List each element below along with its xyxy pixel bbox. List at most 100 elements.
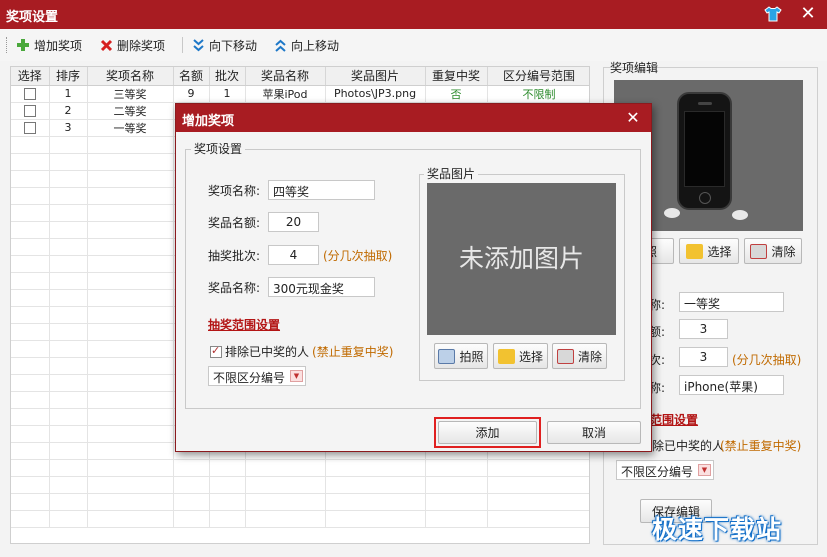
cross-icon xyxy=(100,39,113,51)
dialog-range-select[interactable]: 不限区分编号 ▼ xyxy=(208,366,306,386)
table-cell: 三等奖 xyxy=(87,85,174,103)
plus-icon xyxy=(17,39,29,51)
table-cell: 苹果iPod xyxy=(245,85,326,103)
delete-prize-button[interactable]: 删除奖项 xyxy=(100,36,165,54)
move-up-button[interactable]: 向上移动 xyxy=(274,36,339,54)
edit-exclude-label[interactable]: 除已中奖的人 xyxy=(652,437,724,454)
dialog-name-label: 奖项名称: xyxy=(208,184,261,198)
table-cell: 1 xyxy=(209,85,246,103)
column-header[interactable]: 奖品名称 xyxy=(245,67,326,86)
table-row[interactable]: 1 三等奖 9 1 苹果iPod Photos\JP3.png 否 不限制 xyxy=(11,85,589,103)
dialog-title: 增加奖项 xyxy=(182,114,235,129)
trash-icon xyxy=(556,348,574,364)
dialog-cancel-label: 取消 xyxy=(581,426,606,440)
move-down-button[interactable]: 向下移动 xyxy=(192,36,257,54)
folder-add-icon xyxy=(497,348,515,364)
dialog-cancel-button[interactable]: 取消 xyxy=(547,421,641,444)
dialog-titlebar: 增加奖项 ✕ xyxy=(176,104,651,132)
edit-range-title[interactable]: 范围设置 xyxy=(650,411,698,428)
edit-range-select-value: 不限区分编号 xyxy=(621,465,694,479)
table-cell: 1 xyxy=(49,85,88,103)
add-prize-dialog: 增加奖项 ✕ 奖项设置 奖项名称: 四等奖 奖品名额: 20 抽奖批次: 4 (… xyxy=(175,103,652,452)
dialog-prize-label: 奖品名称: xyxy=(208,281,261,295)
dialog-name-field[interactable]: 四等奖 xyxy=(268,180,375,200)
dialog-add-button[interactable]: 添加 xyxy=(438,421,537,444)
double-chevron-up-icon xyxy=(275,39,286,52)
choose-label: 选择 xyxy=(707,244,732,259)
prize-settings-group-title: 奖项设置 xyxy=(191,140,246,157)
delete-prize-label: 删除奖项 xyxy=(117,38,166,53)
dialog-clear-button[interactable]: 清除 xyxy=(552,343,607,369)
dialog-range-title[interactable]: 抽奖范围设置 xyxy=(208,316,280,333)
dialog-quota-label: 奖品名额: xyxy=(208,216,261,230)
dialog-batch-field[interactable]: 4 xyxy=(268,245,319,265)
chevron-down-icon[interactable]: ▼ xyxy=(290,370,303,382)
window-titlebar: 奖项设置 ✕ xyxy=(0,0,827,29)
edit-exclude-hint: (禁止重复中奖) xyxy=(720,439,802,453)
watermark-logo: 极速下载站 xyxy=(652,515,783,544)
dialog-range-select-value: 不限区分编号 xyxy=(213,371,286,385)
column-header[interactable]: 重复中奖 xyxy=(425,67,488,86)
row-checkbox-cell[interactable] xyxy=(11,102,50,120)
tshirt-icon[interactable] xyxy=(764,5,782,23)
table-cell: 二等奖 xyxy=(87,102,174,120)
checkbox-checked-icon[interactable] xyxy=(210,344,222,358)
move-up-label: 向上移动 xyxy=(291,38,340,53)
row-checkbox-cell[interactable] xyxy=(11,85,50,103)
edit-clear-button[interactable]: 清除 xyxy=(744,238,802,264)
close-icon[interactable]: ✕ xyxy=(797,3,819,25)
dialog-exclude-label: 排除已中奖的人 xyxy=(225,345,310,359)
window-title: 奖项设置 xyxy=(6,10,59,25)
earbud-image xyxy=(732,210,748,220)
edit-batch-hint: (分几次抽取) xyxy=(732,353,802,367)
row-checkbox-cell[interactable] xyxy=(11,119,50,137)
toolbar-grip xyxy=(6,37,9,53)
edit-quota-field[interactable]: 3 xyxy=(679,319,728,339)
column-header[interactable]: 选择 xyxy=(11,67,50,86)
edit-choose-button[interactable]: 选择 xyxy=(679,238,739,264)
prize-image-group-title: 奖品图片 xyxy=(424,165,479,182)
add-prize-button[interactable]: 增加奖项 xyxy=(16,36,82,54)
row-checkbox[interactable] xyxy=(23,105,36,117)
camera-icon xyxy=(438,348,456,364)
row-checkbox[interactable] xyxy=(23,122,36,134)
table-header: 选择 排序 奖项名称 名额 批次 奖品名称 奖品图片 重复中奖 区分编号范围 xyxy=(11,67,589,86)
row-checkbox[interactable] xyxy=(23,88,36,100)
dialog-exclude-checkbox[interactable]: 排除已中奖的人 (禁止重复中奖) xyxy=(210,343,393,360)
column-header[interactable]: 批次 xyxy=(209,67,246,86)
dialog-batch-label: 抽奖批次: xyxy=(208,249,261,263)
toolbar-separator xyxy=(182,37,183,53)
dialog-take-photo-button[interactable]: 拍照 xyxy=(434,343,488,369)
dialog-choose-button[interactable]: 选择 xyxy=(493,343,548,369)
table-cell: Photos\JP3.png xyxy=(325,85,426,103)
column-header[interactable]: 区分编号范围 xyxy=(487,67,589,86)
dialog-exclude-hint: (禁止重复中奖) xyxy=(312,345,394,359)
edit-range-select[interactable]: 不限区分编号 ▼ xyxy=(616,460,714,480)
column-header[interactable]: 奖品图片 xyxy=(325,67,426,86)
dialog-take-photo-label: 拍照 xyxy=(459,349,484,364)
edit-batch-field[interactable]: 3 xyxy=(679,347,728,367)
edit-name-field[interactable]: 一等奖 xyxy=(679,292,784,312)
table-cell: 否 xyxy=(425,85,488,103)
dialog-clear-label: 清除 xyxy=(577,349,602,364)
add-prize-label: 增加奖项 xyxy=(34,38,83,53)
column-header[interactable]: 奖项名称 xyxy=(87,67,174,86)
earbud-image xyxy=(664,208,680,218)
iphone-image xyxy=(677,92,732,210)
toolbar: 增加奖项 删除奖项 向下移动 向上移动 xyxy=(0,29,827,61)
close-icon[interactable]: ✕ xyxy=(623,108,643,128)
table-cell: 不限制 xyxy=(487,85,589,103)
dialog-quota-field[interactable]: 20 xyxy=(268,212,319,232)
column-header[interactable]: 名额 xyxy=(173,67,210,86)
edit-panel-title: 奖项编辑 xyxy=(610,61,659,75)
table-cell: 3 xyxy=(49,119,88,137)
chevron-down-icon[interactable]: ▼ xyxy=(698,464,711,476)
double-chevron-down-icon xyxy=(193,38,204,51)
folder-add-icon xyxy=(686,243,704,259)
edit-prize-field[interactable]: iPhone(苹果) xyxy=(679,375,784,395)
dialog-prize-field[interactable]: 300元现金奖 xyxy=(268,277,375,297)
clear-label: 清除 xyxy=(771,244,796,259)
column-header[interactable]: 排序 xyxy=(49,67,88,86)
dialog-choose-label: 选择 xyxy=(518,349,543,364)
table-cell: 一等奖 xyxy=(87,119,174,137)
